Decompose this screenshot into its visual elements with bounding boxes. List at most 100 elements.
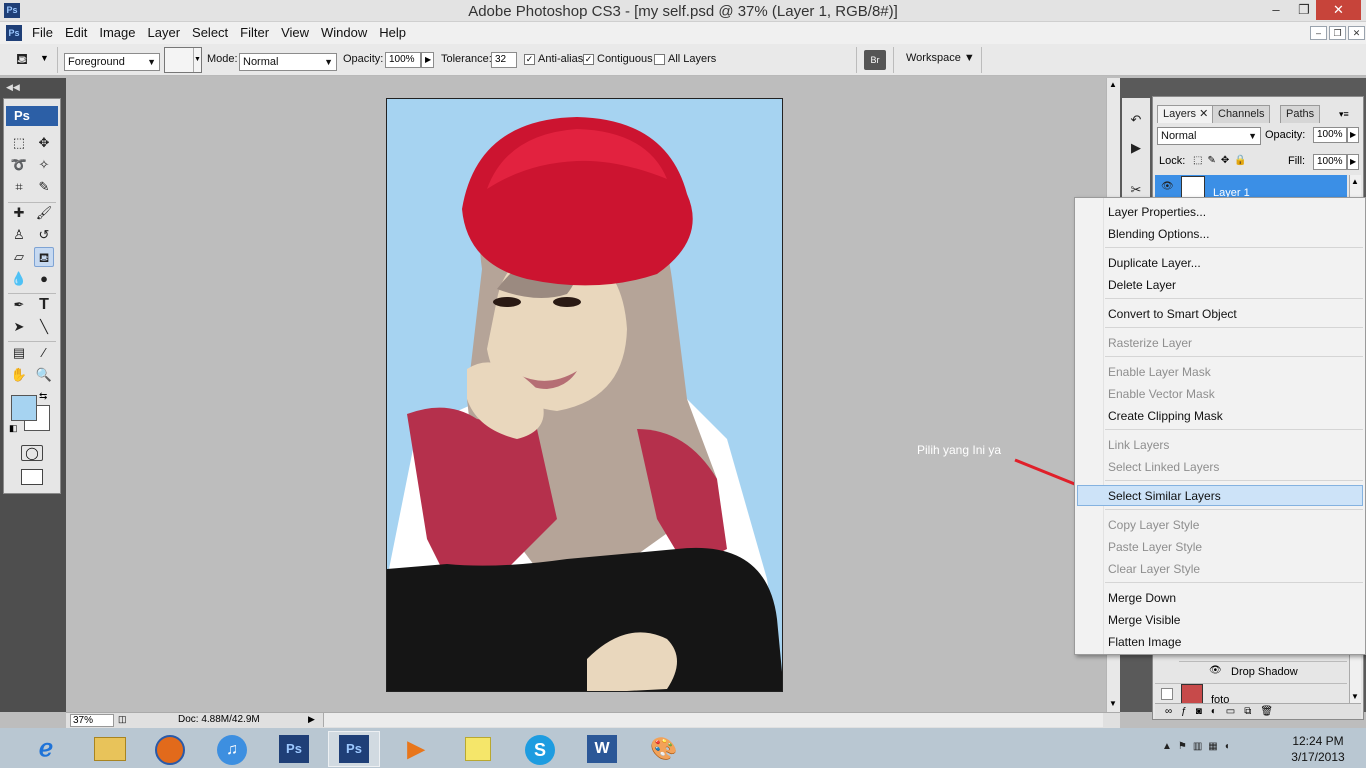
layer-opacity-input[interactable]: 100% — [1313, 127, 1347, 143]
menu-image[interactable]: Image — [93, 25, 141, 40]
hand-tool-icon[interactable]: ✋ — [9, 365, 29, 385]
move-tool-icon[interactable]: ✥ — [34, 133, 54, 153]
adjustment-icon[interactable]: ◐ — [1211, 706, 1226, 717]
menu-select[interactable]: Select — [186, 25, 234, 40]
mode-select[interactable]: Normal ▼ — [239, 53, 337, 71]
brush-tool-icon[interactable]: 🖌 — [34, 203, 54, 223]
panel-menu-icon[interactable]: ▾≡ — [1339, 109, 1349, 120]
menu-item-convert-to-smart-object[interactable]: Convert to Smart Object — [1108, 307, 1237, 321]
word-icon[interactable]: W — [576, 731, 628, 767]
maximize-button[interactable]: ❐ — [1290, 0, 1318, 20]
menu-item-merge-down[interactable]: Merge Down — [1108, 591, 1176, 605]
crop-tool-icon[interactable]: ⌗ — [9, 177, 29, 197]
media-player-icon[interactable]: ▶ — [390, 731, 442, 767]
trash-icon[interactable]: 🗑 — [1260, 706, 1282, 717]
menu-help[interactable]: Help — [373, 25, 412, 40]
chevron-down-icon[interactable]: ▼ — [40, 53, 49, 63]
line-tool-icon[interactable]: ╲ — [34, 317, 54, 337]
menu-item-clear-layer-style[interactable]: Clear Layer Style — [1108, 562, 1200, 576]
eraser-tool-icon[interactable]: ▱ — [9, 247, 29, 267]
photoshop-taskbar-icon-1[interactable]: Ps — [268, 731, 320, 767]
close-icon[interactable]: ✕ — [1199, 108, 1208, 120]
clone-stamp-tool-icon[interactable]: ♙ — [9, 225, 29, 245]
doc-restore-button[interactable]: ❐ — [1329, 26, 1346, 40]
dodge-tool-icon[interactable]: ● — [34, 269, 54, 289]
horizontal-scrollbar[interactable] — [323, 713, 1103, 727]
pattern-picker[interactable]: ▼ — [164, 47, 202, 73]
fill-arrow-icon[interactable]: ▶ — [1347, 154, 1359, 170]
firefox-icon[interactable] — [144, 731, 196, 767]
menu-filter[interactable]: Filter — [234, 25, 275, 40]
bridge-icon[interactable]: Br — [864, 50, 886, 70]
mask-icon[interactable]: ◙ — [1196, 706, 1211, 717]
tab-layers[interactable]: Layers ✕ — [1157, 105, 1215, 123]
collapse-icon[interactable]: ◀◀ — [6, 82, 20, 93]
eyedropper-tool-icon[interactable]: ⁄ — [34, 343, 54, 363]
doc-close-button[interactable]: ✕ — [1348, 26, 1365, 40]
contiguous-checkbox[interactable]: ✓ — [583, 54, 594, 65]
menu-window[interactable]: Window — [315, 25, 373, 40]
antialias-checkbox[interactable]: ✓ — [524, 54, 535, 65]
default-colors-icon[interactable]: ◧ — [9, 423, 18, 434]
tab-channels[interactable]: Channels — [1212, 105, 1271, 123]
menu-file[interactable]: File — [26, 25, 59, 40]
pen-tool-icon[interactable]: ✒ — [9, 295, 29, 315]
menu-item-layer-properties[interactable]: Layer Properties... — [1108, 205, 1206, 219]
menu-item-flatten-image[interactable]: Flatten Image — [1108, 635, 1181, 649]
status-menu-arrow-icon[interactable]: ▶ — [308, 714, 315, 725]
menu-item-create-clipping-mask[interactable]: Create Clipping Mask — [1108, 409, 1223, 423]
scroll-up-icon[interactable]: ▲ — [1109, 80, 1117, 89]
fx-icon[interactable]: ƒ — [1181, 706, 1196, 717]
history-panel-icon[interactable]: ↶ — [1126, 110, 1146, 130]
workspace-button[interactable]: Workspace ▼ — [906, 52, 975, 64]
paint-bucket-preset-icon[interactable]: ⛾ — [12, 50, 32, 70]
fill-input[interactable]: 100% — [1313, 154, 1347, 170]
paint-icon[interactable]: 🎨 — [638, 731, 690, 767]
lock-icons[interactable]: ⬚✎✥🔒 — [1193, 155, 1252, 166]
swap-colors-icon[interactable]: ⇆ — [39, 391, 47, 402]
visibility-toggle[interactable] — [1161, 688, 1173, 700]
document-icon[interactable]: Ps — [6, 25, 22, 41]
menu-item-merge-visible[interactable]: Merge Visible — [1108, 613, 1180, 627]
photoshop-taskbar-icon-2[interactable]: Ps — [328, 731, 380, 767]
blur-tool-icon[interactable]: 💧 — [9, 269, 29, 289]
scroll-down-icon[interactable]: ▼ — [1351, 692, 1359, 701]
menu-item-enable-layer-mask[interactable]: Enable Layer Mask — [1108, 365, 1211, 379]
paint-bucket-tool-icon[interactable]: ⛾ — [34, 247, 54, 267]
close-button[interactable]: ✕ — [1316, 0, 1361, 20]
menu-item-paste-layer-style[interactable]: Paste Layer Style — [1108, 540, 1202, 554]
magic-wand-tool-icon[interactable]: ✧ — [34, 155, 54, 175]
link-layers-icon[interactable]: ∞ — [1165, 706, 1181, 717]
menu-item-enable-vector-mask[interactable]: Enable Vector Mask — [1108, 387, 1215, 401]
effect-row[interactable]: 👁 Drop Shadow — [1179, 661, 1347, 681]
foreground-color-swatch[interactable] — [11, 395, 37, 421]
menu-item-select-linked-layers[interactable]: Select Linked Layers — [1108, 460, 1219, 474]
file-explorer-icon[interactable] — [84, 731, 136, 767]
skype-icon[interactable]: S — [514, 731, 566, 767]
menu-item-select-similar-layers[interactable]: Select Similar Layers — [1108, 489, 1221, 503]
slice-tool-icon[interactable]: ✎ — [34, 177, 54, 197]
eye-icon[interactable]: 👁 — [1161, 181, 1174, 192]
group-icon[interactable]: ▭ — [1226, 706, 1244, 717]
history-brush-tool-icon[interactable]: ↺ — [34, 225, 54, 245]
layer-row-layer-1[interactable]: 👁 Layer 1 — [1155, 175, 1347, 199]
tab-paths[interactable]: Paths — [1280, 105, 1321, 123]
quick-mask-icon[interactable]: ◯ — [21, 445, 43, 461]
actions-panel-icon[interactable]: ▶ — [1126, 138, 1146, 158]
scroll-down-icon[interactable]: ▼ — [1109, 699, 1117, 708]
layer-row-foto[interactable]: foto — [1155, 683, 1347, 706]
layer-blend-mode-select[interactable]: Normal ▼ — [1157, 127, 1261, 145]
zoom-tool-icon[interactable]: 🔍 — [34, 365, 54, 385]
scroll-up-icon[interactable]: ▲ — [1351, 177, 1359, 186]
fill-source-select[interactable]: Foreground ▼ — [64, 53, 160, 71]
opacity-slider-arrow-icon[interactable]: ▶ — [421, 52, 434, 68]
menu-edit[interactable]: Edit — [59, 25, 93, 40]
layer-opacity-arrow-icon[interactable]: ▶ — [1347, 127, 1359, 143]
menu-item-rasterize-layer[interactable]: Rasterize Layer — [1108, 336, 1192, 350]
menu-layer[interactable]: Layer — [142, 25, 187, 40]
menu-item-delete-layer[interactable]: Delete Layer — [1108, 278, 1176, 292]
opacity-input[interactable]: 100% — [385, 52, 421, 68]
tolerance-input[interactable]: 32 — [491, 52, 517, 68]
menu-item-link-layers[interactable]: Link Layers — [1108, 438, 1169, 452]
healing-brush-tool-icon[interactable]: ✚ — [9, 203, 29, 223]
